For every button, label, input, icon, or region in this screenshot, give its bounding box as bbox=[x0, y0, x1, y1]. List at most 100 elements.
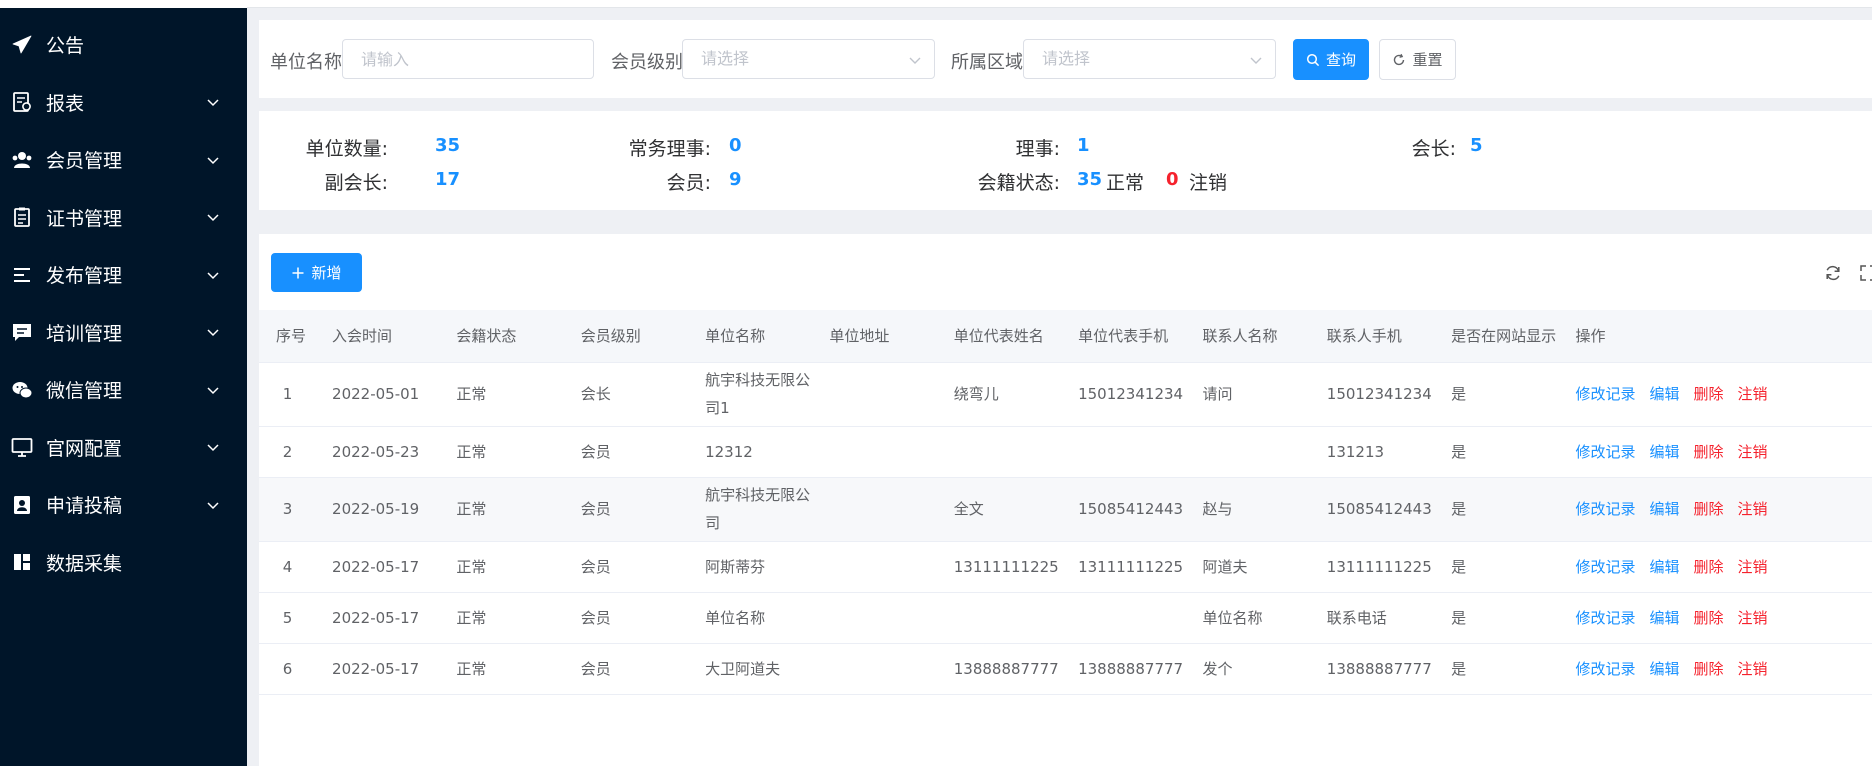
cell-status: 正常 bbox=[440, 643, 565, 695]
unit-name-input[interactable] bbox=[342, 39, 594, 79]
chevron-down-icon bbox=[1250, 57, 1262, 64]
cell-unit-name: 单位名称 bbox=[689, 592, 814, 644]
sidebar-item-9[interactable]: 数据采集 bbox=[0, 534, 247, 592]
wechat-icon bbox=[11, 379, 33, 401]
member-level-select[interactable]: 请选择 bbox=[682, 39, 935, 79]
director-value: 1 bbox=[1077, 135, 1090, 156]
cell-idx: 1 bbox=[259, 362, 317, 427]
refresh-icon[interactable] bbox=[1824, 264, 1842, 282]
chevron-down-icon bbox=[207, 272, 219, 279]
delete-link[interactable]: 删除 bbox=[1694, 500, 1724, 518]
cell-contact-phone: 15012341234 bbox=[1310, 362, 1436, 427]
sidebar-item-0[interactable]: 公告 bbox=[0, 16, 247, 74]
edit-link[interactable]: 编辑 bbox=[1649, 385, 1679, 403]
column-header: 联系人手机 bbox=[1310, 310, 1436, 363]
delete-link[interactable]: 删除 bbox=[1694, 660, 1724, 678]
column-header: 会员级别 bbox=[564, 310, 690, 363]
stats-panel: 单位数量: 35 常务理事: 0 理事: 1 会长: 5 副会长: 17 会员:… bbox=[259, 111, 1872, 210]
table-header-row: 序号 入会时间 会籍状态 会员级别 单位名称 单位地址 单位代表姓名 单位代表手机 联系人名称联… bbox=[259, 310, 1872, 363]
cancelled-count-value: 0 bbox=[1166, 169, 1179, 190]
add-button[interactable]: 新增 bbox=[271, 253, 362, 292]
reset-button[interactable]: 重置 bbox=[1379, 39, 1456, 80]
cancel-link[interactable]: 注销 bbox=[1738, 558, 1768, 576]
fullscreen-icon[interactable] bbox=[1859, 264, 1872, 282]
normal-text: 正常 bbox=[1106, 172, 1145, 194]
edit-link[interactable]: 编辑 bbox=[1649, 660, 1679, 678]
history-link[interactable]: 修改记录 bbox=[1575, 660, 1635, 678]
cell-unit-name: 12312 bbox=[689, 426, 814, 478]
filter-bar: 单位名称 会员级别 请选择 所属区域 请选择 查询 重置 bbox=[259, 20, 1872, 98]
edit-link[interactable]: 编辑 bbox=[1649, 500, 1679, 518]
column-header: 会籍状态 bbox=[440, 310, 565, 363]
cell-idx: 6 bbox=[259, 643, 317, 695]
cell-rep-name bbox=[937, 426, 1063, 478]
cell-rep-name: 13111111225 bbox=[937, 541, 1063, 593]
history-link[interactable]: 修改记录 bbox=[1575, 443, 1635, 461]
cell-show-on-site: 是 bbox=[1435, 643, 1560, 695]
history-link[interactable]: 修改记录 bbox=[1575, 558, 1635, 576]
query-button[interactable]: 查询 bbox=[1293, 39, 1369, 80]
sidebar-item-label: 公告 bbox=[46, 35, 85, 58]
column-header: 入会时间 bbox=[316, 310, 441, 363]
column-header: 单位代表手机 bbox=[1062, 310, 1187, 363]
sidebar-item-2[interactable]: 会员管理 bbox=[0, 131, 247, 189]
cell-idx: 5 bbox=[259, 592, 317, 644]
president-label: 会长: bbox=[1411, 138, 1456, 160]
cell-unit-name: 航宇科技无限公司 bbox=[689, 477, 814, 542]
cell-level: 会员 bbox=[564, 592, 690, 644]
sidebar-item-5[interactable]: 培训管理 bbox=[0, 304, 247, 362]
sidebar-item-8[interactable]: 申请投稿 bbox=[0, 476, 247, 534]
cell-actions: 修改记录 编辑 删除 注销 bbox=[1559, 643, 1872, 695]
message-icon bbox=[11, 321, 33, 343]
sidebar-item-label: 证书管理 bbox=[46, 207, 123, 230]
director-label: 理事: bbox=[1015, 138, 1060, 160]
region-placeholder: 请选择 bbox=[1042, 49, 1091, 68]
cell-status: 正常 bbox=[440, 426, 565, 478]
cell-idx: 3 bbox=[259, 477, 317, 542]
unit-name-label: 单位名称 bbox=[270, 52, 342, 73]
sidebar-item-label: 培训管理 bbox=[46, 322, 123, 345]
edit-link[interactable]: 编辑 bbox=[1649, 443, 1679, 461]
delete-link[interactable]: 删除 bbox=[1694, 609, 1724, 627]
sidebar-item-7[interactable]: 官网配置 bbox=[0, 419, 247, 477]
cancel-link[interactable]: 注销 bbox=[1738, 385, 1768, 403]
cell-contact-phone: 131213 bbox=[1310, 426, 1436, 478]
edit-link[interactable]: 编辑 bbox=[1649, 609, 1679, 627]
region-select[interactable]: 请选择 bbox=[1023, 39, 1276, 79]
cancel-link[interactable]: 注销 bbox=[1738, 500, 1768, 518]
cell-unit-name: 航宇科技无限公司1 bbox=[689, 362, 814, 427]
cancel-link[interactable]: 注销 bbox=[1738, 443, 1768, 461]
search-icon bbox=[1306, 53, 1320, 66]
member-label: 会员: bbox=[666, 172, 711, 194]
delete-link[interactable]: 删除 bbox=[1694, 385, 1724, 403]
cancel-link[interactable]: 注销 bbox=[1738, 660, 1768, 678]
cancel-link[interactable]: 注销 bbox=[1738, 609, 1768, 627]
member-level-label: 会员级别 bbox=[611, 52, 683, 73]
column-header: 单位名称 bbox=[689, 310, 814, 363]
delete-link[interactable]: 删除 bbox=[1694, 558, 1724, 576]
history-link[interactable]: 修改记录 bbox=[1575, 500, 1635, 518]
sidebar-item-3[interactable]: 证书管理 bbox=[0, 189, 247, 247]
layout-icon bbox=[11, 551, 33, 573]
column-header: 单位代表姓名 bbox=[937, 310, 1063, 363]
sidebar-item-label: 发布管理 bbox=[46, 265, 123, 288]
report-icon bbox=[11, 91, 33, 113]
standing-director-value: 0 bbox=[729, 135, 742, 156]
cell-address bbox=[813, 362, 938, 427]
history-link[interactable]: 修改记录 bbox=[1575, 609, 1635, 627]
reset-button-label: 重置 bbox=[1412, 51, 1443, 69]
sidebar-item-1[interactable]: 报表 bbox=[0, 74, 247, 132]
edit-link[interactable]: 编辑 bbox=[1649, 558, 1679, 576]
cell-rep-phone: 15085412443 bbox=[1062, 477, 1187, 542]
cell-contact-name: 请问 bbox=[1186, 362, 1311, 427]
history-link[interactable]: 修改记录 bbox=[1575, 385, 1635, 403]
table-row: 1 2022-05-01 正常 会长 航宇科技无限公司1 绕弯儿 15012341234 请问… bbox=[259, 362, 1872, 427]
chevron-down-icon bbox=[909, 57, 921, 64]
cell-rep-name: 全文 bbox=[937, 477, 1063, 542]
delete-link[interactable]: 删除 bbox=[1694, 443, 1724, 461]
query-button-label: 查询 bbox=[1325, 51, 1356, 69]
sidebar-item-4[interactable]: 发布管理 bbox=[0, 246, 247, 304]
vice-president-label: 副会长: bbox=[324, 172, 388, 194]
cell-actions: 修改记录 编辑 删除 注销 bbox=[1559, 477, 1872, 542]
sidebar-item-6[interactable]: 微信管理 bbox=[0, 361, 247, 419]
